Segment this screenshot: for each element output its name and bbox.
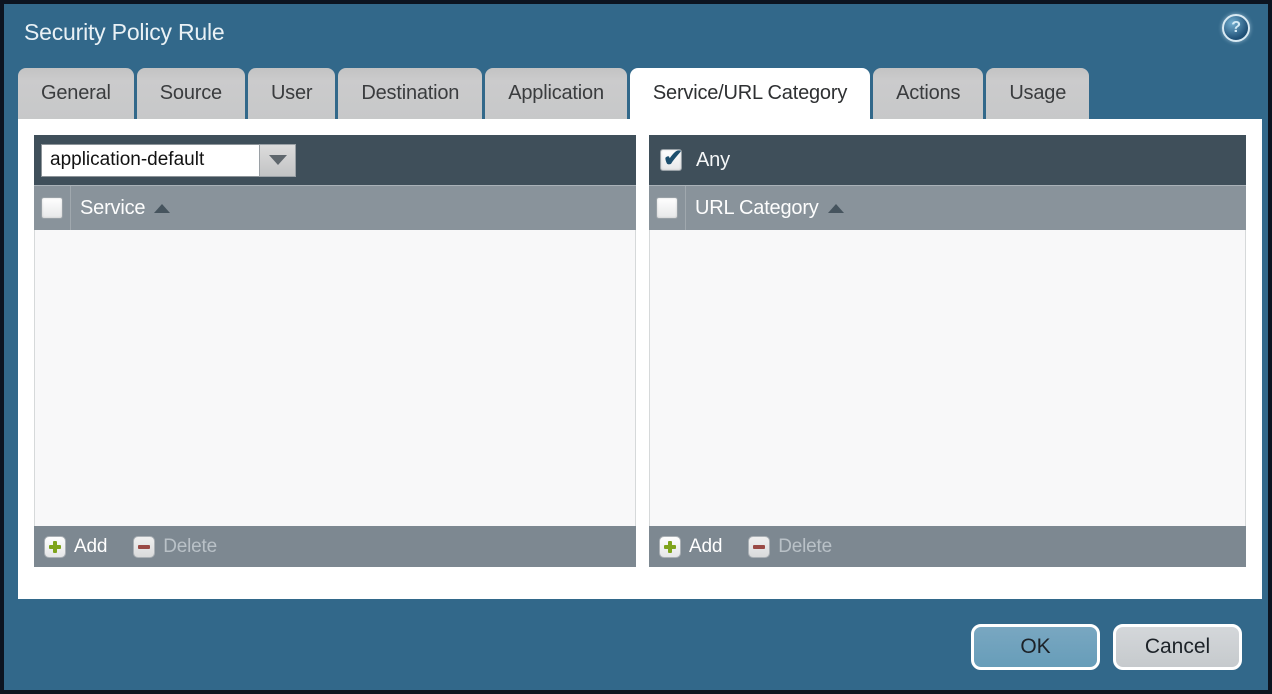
url-delete-button[interactable]: Delete — [748, 536, 832, 558]
service-column-label: Service — [80, 197, 145, 220]
service-select-all-cell — [34, 186, 71, 230]
service-type-dropdown-button[interactable] — [259, 144, 296, 177]
service-delete-button[interactable]: Delete — [133, 536, 217, 558]
tab-bar: General Source User Destination Applicat… — [18, 68, 1089, 119]
url-add-button[interactable]: Add — [659, 536, 722, 558]
service-panel-header — [34, 135, 636, 185]
delete-minus-icon — [748, 536, 770, 558]
dialog-titlebar: Security Policy Rule ? — [4, 4, 1268, 64]
url-panel-header: Any — [649, 135, 1246, 185]
tab-content-area: Service Add Delete — [18, 119, 1262, 599]
sort-asc-icon — [154, 204, 170, 213]
tab-source[interactable]: Source — [137, 68, 245, 119]
service-column-header-row: Service — [34, 185, 636, 230]
service-delete-label: Delete — [163, 536, 217, 558]
chevron-down-icon — [269, 155, 287, 165]
url-panel-footer: Add Delete — [649, 526, 1246, 567]
delete-minus-icon — [133, 536, 155, 558]
service-add-label: Add — [74, 536, 107, 558]
service-select-all-checkbox[interactable] — [41, 197, 63, 219]
service-type-input[interactable] — [41, 144, 259, 177]
service-type-dropdown[interactable] — [41, 144, 296, 177]
service-list-body[interactable] — [34, 230, 636, 526]
tab-general[interactable]: General — [18, 68, 134, 119]
service-panel: Service Add Delete — [34, 135, 636, 567]
url-column-header-row: URL Category — [649, 185, 1246, 230]
url-select-all-checkbox[interactable] — [656, 197, 678, 219]
cancel-button[interactable]: Cancel — [1113, 624, 1242, 670]
tab-service-url-category[interactable]: Service/URL Category — [630, 68, 870, 119]
service-add-button[interactable]: Add — [44, 536, 107, 558]
url-add-label: Add — [689, 536, 722, 558]
dialog-actions: OK Cancel — [971, 624, 1242, 670]
any-checkbox[interactable] — [660, 149, 682, 171]
url-select-all-cell — [649, 186, 686, 230]
add-plus-icon — [44, 536, 66, 558]
add-plus-icon — [659, 536, 681, 558]
tab-actions[interactable]: Actions — [873, 68, 983, 119]
any-label: Any — [696, 149, 730, 172]
ok-button[interactable]: OK — [971, 624, 1100, 670]
url-category-list-body[interactable] — [649, 230, 1246, 526]
tab-destination[interactable]: Destination — [338, 68, 482, 119]
security-policy-rule-dialog: Security Policy Rule ? General Source Us… — [0, 0, 1272, 694]
tab-application[interactable]: Application — [485, 68, 627, 119]
url-category-panel: Any URL Category Add — [649, 135, 1246, 567]
url-delete-label: Delete — [778, 536, 832, 558]
sort-asc-icon — [828, 204, 844, 213]
tab-usage[interactable]: Usage — [986, 68, 1089, 119]
service-column-header[interactable]: Service — [71, 186, 170, 230]
tab-user[interactable]: User — [248, 68, 335, 119]
dialog-title: Security Policy Rule — [24, 19, 225, 46]
url-column-label: URL Category — [695, 197, 819, 220]
service-panel-footer: Add Delete — [34, 526, 636, 567]
help-icon[interactable]: ? — [1222, 14, 1250, 42]
url-column-header[interactable]: URL Category — [686, 186, 844, 230]
